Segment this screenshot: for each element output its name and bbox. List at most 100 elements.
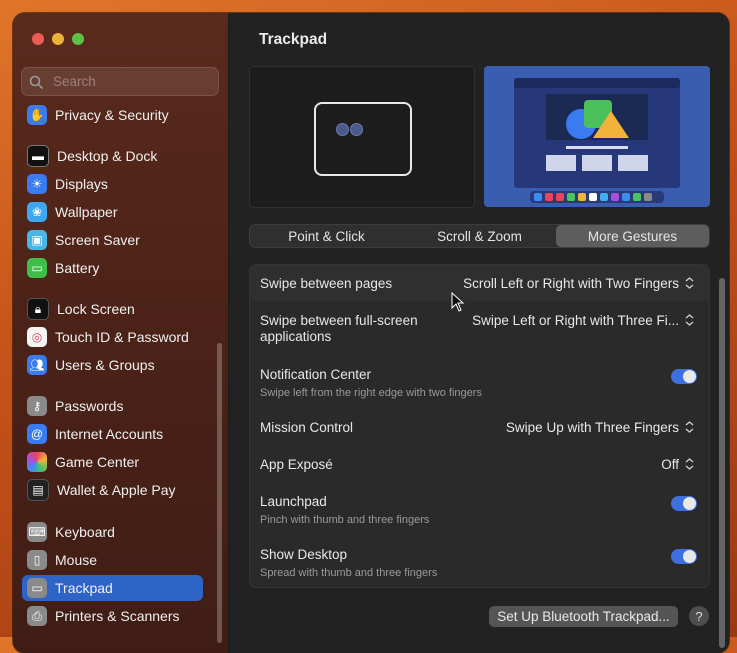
sidebar-item-privacy-security[interactable]: ✋ Privacy & Security	[22, 102, 203, 128]
sidebar-item-label: Keyboard	[55, 524, 115, 540]
launchpad-toggle[interactable]	[671, 496, 697, 511]
chevron-updown-icon[interactable]	[684, 313, 695, 327]
row-label: Swipe between pages	[260, 276, 393, 291]
row-label: Swipe between full-screen applications	[260, 313, 418, 344]
sidebar-item-label: Desktop & Dock	[57, 148, 158, 164]
row-swipe-pages: Swipe between pages Scroll Left or Right…	[250, 265, 709, 301]
window-controls	[32, 33, 84, 45]
hand-icon: ✋	[27, 105, 47, 125]
flower-icon: ❀	[27, 202, 47, 222]
sidebar-item-label: Game Center	[55, 454, 140, 470]
sidebar: ✋ Privacy & Security ▬ Desktop & Dock ☀ …	[13, 13, 229, 653]
sidebar-item-wallet[interactable]: ▤ Wallet & Apple Pay	[22, 477, 203, 503]
search-icon	[29, 75, 43, 89]
sidebar-item-battery[interactable]: ▭ Battery	[22, 255, 203, 281]
sidebar-item-label: Mouse	[55, 552, 98, 568]
sidebar-item-game-center[interactable]: Game Center	[22, 449, 203, 475]
setup-bluetooth-trackpad-button[interactable]: Set Up Bluetooth Trackpad...	[489, 606, 678, 627]
sidebar-item-passwords[interactable]: ⚷ Passwords	[22, 393, 203, 419]
sidebar-item-touch-id[interactable]: ◎ Touch ID & Password	[22, 324, 203, 350]
help-button[interactable]: ?	[689, 606, 709, 626]
row-label: Launchpad	[260, 494, 327, 509]
chevron-updown-icon[interactable]	[684, 457, 695, 471]
tab-point-click[interactable]: Point & Click	[250, 225, 403, 247]
keyboard-icon: ⌨	[27, 522, 47, 542]
sidebar-item-label: Screen Saver	[55, 232, 140, 248]
dock-icon: ▬	[27, 145, 49, 167]
row-sublabel: Spread with thumb and three fingers	[260, 567, 438, 579]
trackpad-gesture-preview	[249, 66, 475, 208]
row-label: App Exposé	[260, 457, 333, 472]
sidebar-item-users-groups[interactable]: 👥︎ Users & Groups	[22, 352, 203, 378]
row-sublabel: Pinch with thumb and three fingers	[260, 514, 430, 526]
key-icon: ⚷	[27, 396, 47, 416]
mouse-cursor-icon	[451, 292, 465, 312]
fingerprint-icon: ◎	[27, 327, 47, 347]
row-label: Notification Center	[260, 367, 372, 382]
printer-icon: ⎙	[27, 606, 47, 626]
sidebar-item-label: Privacy & Security	[55, 107, 169, 123]
app-expose-select[interactable]: Off	[661, 457, 679, 472]
lock-icon: 🔒︎	[27, 298, 49, 320]
sidebar-item-displays[interactable]: ☀ Displays	[22, 171, 203, 197]
wallet-icon: ▤	[27, 479, 49, 501]
main-scrollbar[interactable]	[719, 278, 725, 648]
gamecenter-icon	[27, 452, 47, 472]
show-desktop-toggle[interactable]	[671, 549, 697, 564]
sidebar-item-label: Internet Accounts	[55, 426, 164, 442]
sidebar-item-label: Lock Screen	[57, 301, 135, 317]
swipe-pages-select[interactable]: Scroll Left or Right with Two Fingers	[463, 276, 679, 291]
row-label: Mission Control	[260, 420, 354, 435]
sidebar-item-label: Trackpad	[55, 580, 113, 596]
sidebar-scrollbar[interactable]	[217, 343, 222, 643]
sidebar-item-desktop-dock[interactable]: ▬ Desktop & Dock	[22, 143, 203, 169]
users-icon: 👥︎	[27, 355, 47, 375]
sidebar-item-label: Wallet & Apple Pay	[57, 482, 176, 498]
battery-icon: ▭	[27, 258, 47, 278]
mission-control-select[interactable]: Swipe Up with Three Fingers	[506, 420, 679, 435]
main-pane: Trackpad Point & Click Scroll & Zoom Mor…	[229, 13, 729, 653]
page-title: Trackpad	[259, 31, 328, 48]
row-mission-control: Mission Control Swipe Up with Three Fing…	[250, 408, 709, 444]
row-show-desktop: Show Desktop Spread with thumb and three…	[250, 535, 709, 587]
row-launchpad: Launchpad Pinch with thumb and three fin…	[250, 482, 709, 534]
sidebar-item-wallpaper[interactable]: ❀ Wallpaper	[22, 199, 203, 225]
row-app-expose: App Exposé Off	[250, 445, 709, 481]
tab-scroll-zoom[interactable]: Scroll & Zoom	[403, 225, 556, 247]
minimize-button[interactable]	[52, 33, 64, 45]
finger-dot	[336, 123, 349, 136]
sidebar-item-mouse[interactable]: ▯ Mouse	[22, 547, 203, 573]
row-label: Show Desktop	[260, 547, 348, 562]
chevron-updown-icon[interactable]	[684, 276, 695, 290]
trackpad-icon	[314, 102, 412, 176]
sidebar-item-trackpad[interactable]: ▭ Trackpad	[22, 575, 203, 601]
chevron-updown-icon[interactable]	[684, 420, 695, 434]
zoom-button[interactable]	[72, 33, 84, 45]
sun-icon: ☀	[27, 174, 47, 194]
search-field[interactable]	[21, 67, 219, 96]
at-icon: @	[27, 424, 47, 444]
gestures-settings-group: Swipe between pages Scroll Left or Right…	[249, 264, 710, 588]
swipe-fullscreen-select[interactable]: Swipe Left or Right with Three Fi...	[472, 313, 679, 328]
mouse-icon: ▯	[27, 550, 47, 570]
tab-bar: Point & Click Scroll & Zoom More Gesture…	[249, 224, 710, 248]
sidebar-item-internet-accounts[interactable]: @ Internet Accounts	[22, 421, 203, 447]
sidebar-item-label: Battery	[55, 260, 100, 276]
finger-dot	[350, 123, 363, 136]
desktop-preview-image	[514, 78, 680, 203]
sidebar-item-label: Displays	[55, 176, 108, 192]
sidebar-item-lock-screen[interactable]: 🔒︎ Lock Screen	[22, 296, 203, 322]
sidebar-item-keyboard[interactable]: ⌨ Keyboard	[22, 519, 203, 545]
tab-more-gestures[interactable]: More Gestures	[556, 225, 709, 247]
search-input[interactable]	[51, 73, 215, 90]
row-swipe-fullscreen: Swipe between full-screen applications S…	[250, 302, 709, 354]
row-sublabel: Swipe left from the right edge with two …	[260, 387, 482, 399]
settings-window: ✋ Privacy & Security ▬ Desktop & Dock ☀ …	[13, 13, 729, 653]
sidebar-item-printers[interactable]: ⎙ Printers & Scanners	[22, 603, 203, 629]
notification-center-toggle[interactable]	[671, 369, 697, 384]
sidebar-item-label: Users & Groups	[55, 357, 155, 373]
sidebar-item-label: Printers & Scanners	[55, 608, 180, 624]
sidebar-item-screen-saver[interactable]: ▣ Screen Saver	[22, 227, 203, 253]
close-button[interactable]	[32, 33, 44, 45]
sidebar-item-label: Touch ID & Password	[55, 329, 189, 345]
